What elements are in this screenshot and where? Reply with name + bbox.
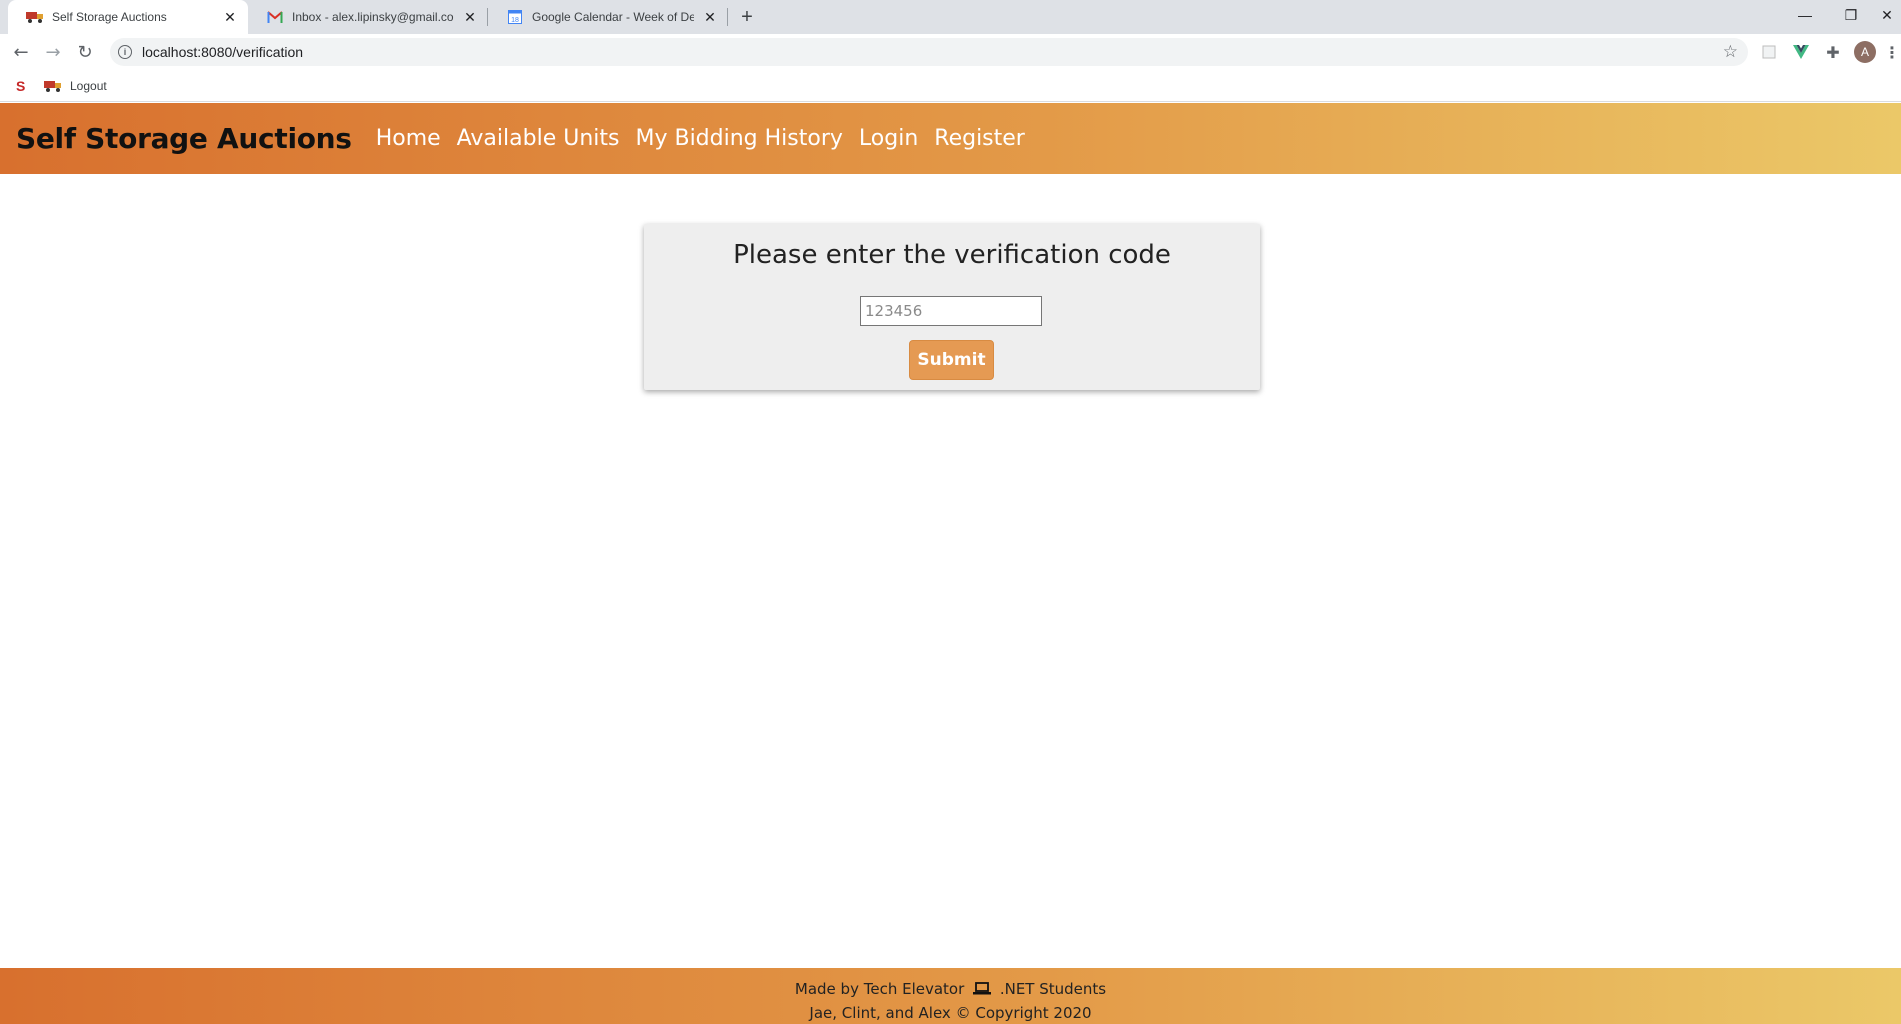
verification-heading: Please enter the verification code: [733, 240, 1171, 270]
bookmark-s[interactable]: S: [16, 76, 25, 96]
url-text: localhost:8080/verification: [142, 44, 304, 60]
nav-home[interactable]: Home: [376, 126, 441, 151]
vue-devtools-icon[interactable]: [1790, 41, 1812, 63]
info-icon[interactable]: i: [118, 45, 132, 59]
verification-code-input[interactable]: [860, 296, 1042, 326]
tab-title: Google Calendar - Week of Dece: [532, 10, 694, 24]
browser-toolbar: ← → ↻ i localhost:8080/verification ☆ ✚ …: [0, 34, 1901, 70]
tab-title: Self Storage Auctions: [52, 10, 167, 24]
bookmarks-bar: S Logout: [0, 70, 1901, 102]
minimize-icon[interactable]: —: [1783, 0, 1827, 30]
tab-title: Inbox - alex.lipinsky@gmail.com: [292, 10, 454, 24]
author-separator: ,: [832, 1004, 842, 1022]
author-name: Jae: [809, 1004, 833, 1022]
main-nav: Home Available Units My Bidding History …: [376, 126, 1041, 151]
nav-my-bidding-history[interactable]: My Bidding History: [635, 126, 842, 151]
nav-login[interactable]: Login: [859, 126, 918, 151]
author-separator: , and: [876, 1004, 919, 1022]
nav-available-units[interactable]: Available Units: [457, 126, 620, 151]
tab-self-storage-auctions[interactable]: Self Storage Auctions ✕: [8, 0, 248, 34]
footer-copyright: © Copyright 2020: [955, 1004, 1092, 1022]
nav-register[interactable]: Register: [934, 126, 1025, 151]
close-icon[interactable]: ✕: [222, 9, 238, 25]
avatar[interactable]: A: [1854, 41, 1876, 63]
more-menu-icon[interactable]: ⋮: [1884, 41, 1900, 63]
gmail-icon: [266, 9, 284, 25]
reload-icon[interactable]: ↻: [71, 38, 99, 66]
laptop-icon: [973, 981, 992, 995]
site-footer: Made by Tech Elevator .NET Students Jae,…: [0, 968, 1901, 1024]
puzzle-icon[interactable]: ✚: [1822, 41, 1844, 63]
restore-icon[interactable]: ❐: [1829, 0, 1873, 30]
bookmark-logout[interactable]: Logout: [44, 76, 107, 96]
footer-authors: Jae, Clint, and Alex © Copyright 2020: [0, 1004, 1901, 1022]
bookmark-label: Logout: [70, 79, 107, 93]
browser-tabstrip: Self Storage Auctions ✕ Inbox - alex.lip…: [0, 0, 1901, 34]
back-icon[interactable]: ←: [7, 38, 35, 66]
svg-text:18: 18: [511, 17, 519, 24]
tab-divider: [727, 8, 728, 26]
truck-icon: [26, 9, 44, 25]
close-icon[interactable]: ✕: [462, 9, 478, 25]
truck-icon: [44, 80, 62, 92]
author-name: Alex: [918, 1004, 951, 1022]
calendar-icon: 18: [506, 9, 524, 25]
s-logo-icon: S: [16, 78, 26, 94]
footer-students: .NET Students: [999, 980, 1107, 998]
site-header: Self Storage Auctions Home Available Uni…: [0, 103, 1901, 174]
author-name: Clint: [841, 1004, 876, 1022]
star-icon[interactable]: ☆: [1723, 42, 1738, 62]
new-tab-button[interactable]: +: [735, 5, 759, 29]
tab-google-calendar[interactable]: 18 Google Calendar - Week of Dece ✕: [488, 0, 728, 34]
submit-button[interactable]: Submit: [909, 340, 994, 380]
footer-made-by: Made by Tech Elevator: [794, 980, 965, 998]
address-bar[interactable]: i localhost:8080/verification ☆: [110, 38, 1748, 66]
extension-icon[interactable]: [1758, 41, 1780, 63]
tab-gmail-inbox[interactable]: Inbox - alex.lipinsky@gmail.com ✕: [248, 0, 488, 34]
footer-credits: Made by Tech Elevator .NET Students: [0, 980, 1901, 998]
site-brand[interactable]: Self Storage Auctions: [16, 122, 352, 155]
window-close-icon[interactable]: ✕: [1873, 0, 1901, 30]
close-icon[interactable]: ✕: [702, 9, 718, 25]
forward-icon[interactable]: →: [39, 38, 67, 66]
verification-card: Please enter the verification code Submi…: [644, 224, 1260, 390]
